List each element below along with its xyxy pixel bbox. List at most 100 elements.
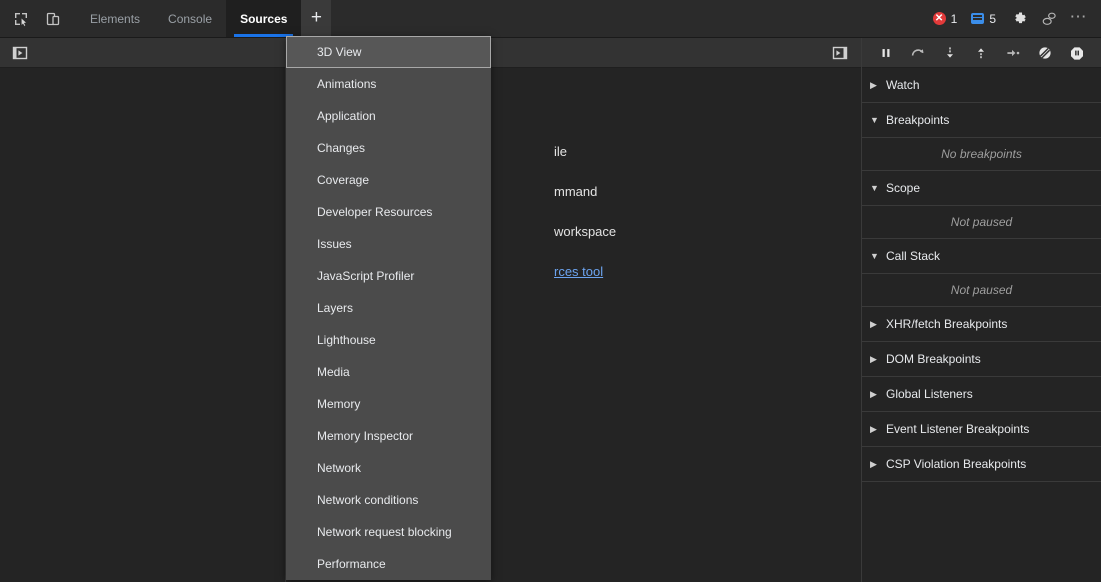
menu-item-changes[interactable]: Changes <box>286 132 491 164</box>
call-stack-empty-message: Not paused <box>862 274 1101 307</box>
menu-item-application-label: Application <box>317 109 376 123</box>
section-call-stack[interactable]: ▼ Call Stack <box>862 239 1101 274</box>
tab-sources-label: Sources <box>240 12 287 26</box>
chevron-right-icon: ▶ <box>870 80 882 91</box>
menu-item-performance[interactable]: Performance <box>286 548 491 580</box>
section-scope[interactable]: ▼ Scope <box>862 171 1101 206</box>
menu-item-lighthouse[interactable]: Lighthouse <box>286 324 491 356</box>
message-count-badge[interactable]: 5 <box>966 9 1003 29</box>
deactivate-breakpoints-icon[interactable] <box>1033 41 1057 65</box>
hint-open-file: ile <box>554 142 861 182</box>
navigator-pane <box>0 38 286 582</box>
error-count-badge[interactable]: ✕ 1 <box>928 9 965 29</box>
section-scope-label: Scope <box>886 181 920 195</box>
section-global-listeners[interactable]: ▶ Global Listeners <box>862 377 1101 412</box>
menu-item-network-conditions-label: Network conditions <box>317 493 418 507</box>
breakpoints-empty-message: No breakpoints <box>862 138 1101 171</box>
section-breakpoints-label: Breakpoints <box>886 113 949 127</box>
chevron-right-icon: ▶ <box>870 319 882 330</box>
inspect-element-icon[interactable] <box>8 6 34 32</box>
menu-item-performance-label: Performance <box>317 557 386 571</box>
section-watch[interactable]: ▶ Watch <box>862 68 1101 103</box>
tabbar-left-icons <box>0 0 72 37</box>
error-count: 1 <box>951 12 958 26</box>
menu-item-javascript-profiler[interactable]: JavaScript Profiler <box>286 260 491 292</box>
navigator-file-tree[interactable] <box>0 68 285 582</box>
section-breakpoints[interactable]: ▼ Breakpoints <box>862 103 1101 138</box>
section-watch-label: Watch <box>886 78 920 92</box>
menu-item-media-label: Media <box>317 365 350 379</box>
menu-item-memory-inspector-label: Memory Inspector <box>317 429 413 443</box>
menu-item-layers[interactable]: Layers <box>286 292 491 324</box>
hint-drop-workspace: workspace <box>554 222 861 262</box>
panel-tabs: Elements Console Sources + <box>76 0 331 37</box>
scope-empty-message: Not paused <box>862 206 1101 239</box>
menu-item-developer-resources-label: Developer Resources <box>317 205 432 219</box>
menu-item-media[interactable]: Media <box>286 356 491 388</box>
chevron-down-icon: ▼ <box>870 183 882 193</box>
section-call-stack-label: Call Stack <box>886 249 940 263</box>
tab-elements-label: Elements <box>90 12 140 26</box>
menu-item-application[interactable]: Application <box>286 100 491 132</box>
show-debugger-icon[interactable] <box>827 40 853 66</box>
feedback-icon[interactable] <box>1035 5 1063 33</box>
menu-item-lighthouse-label: Lighthouse <box>317 333 376 347</box>
error-icon: ✕ <box>933 12 946 25</box>
section-xhr-fetch-breakpoints[interactable]: ▶ XHR/fetch Breakpoints <box>862 307 1101 342</box>
tab-console[interactable]: Console <box>154 0 226 37</box>
hint-run-command: mmand <box>554 182 861 222</box>
menu-item-3d-view[interactable]: 3D View <box>286 36 491 68</box>
chevron-right-icon: ▶ <box>870 424 882 435</box>
more-tools-menu: 3D View Animations Application Changes C… <box>286 36 491 580</box>
section-global-listeners-label: Global Listeners <box>886 387 973 401</box>
tabbar-right-icons: ✕ 1 5 ⋯ <box>928 0 1101 37</box>
more-options-icon[interactable]: ⋯ <box>1065 5 1093 33</box>
section-csp-violation-breakpoints-label: CSP Violation Breakpoints <box>886 457 1026 471</box>
menu-item-network-label: Network <box>317 461 361 475</box>
menu-item-layers-label: Layers <box>317 301 353 315</box>
step-over-icon[interactable] <box>906 41 930 65</box>
pause-on-exceptions-icon[interactable] <box>1065 41 1089 65</box>
menu-item-javascript-profiler-label: JavaScript Profiler <box>317 269 414 283</box>
section-dom-breakpoints-label: DOM Breakpoints <box>886 352 981 366</box>
chevron-down-icon: ▼ <box>870 115 882 125</box>
menu-item-issues-label: Issues <box>317 237 352 251</box>
devtools-tabbar: Elements Console Sources + ✕ 1 5 <box>0 0 1101 38</box>
menu-item-animations[interactable]: Animations <box>286 68 491 100</box>
menu-item-network-conditions[interactable]: Network conditions <box>286 484 491 516</box>
step-out-icon[interactable] <box>969 41 993 65</box>
device-toolbar-icon[interactable] <box>40 6 66 32</box>
show-navigator-icon[interactable] <box>7 40 33 66</box>
step-into-icon[interactable] <box>938 41 962 65</box>
chevron-down-icon: ▼ <box>870 251 882 261</box>
chevron-right-icon: ▶ <box>870 354 882 365</box>
menu-item-network-request-blocking[interactable]: Network request blocking <box>286 516 491 548</box>
sources-panel: ile mmand workspace rces tool <box>0 38 1101 582</box>
section-csp-violation-breakpoints[interactable]: ▶ CSP Violation Breakpoints <box>862 447 1101 482</box>
chevron-right-icon: ▶ <box>870 389 882 400</box>
debugger-controls <box>862 38 1101 68</box>
debugger-sections: ▶ Watch ▼ Breakpoints No breakpoints ▼ S… <box>862 68 1101 582</box>
section-xhr-fetch-breakpoints-label: XHR/fetch Breakpoints <box>886 317 1007 331</box>
menu-item-memory[interactable]: Memory <box>286 388 491 420</box>
tab-elements[interactable]: Elements <box>76 0 154 37</box>
section-event-listener-breakpoints[interactable]: ▶ Event Listener Breakpoints <box>862 412 1101 447</box>
menu-item-issues[interactable]: Issues <box>286 228 491 260</box>
section-event-listener-breakpoints-label: Event Listener Breakpoints <box>886 422 1029 436</box>
menu-item-changes-label: Changes <box>317 141 365 155</box>
add-panel-button[interactable]: + <box>301 0 331 37</box>
menu-item-memory-inspector[interactable]: Memory Inspector <box>286 420 491 452</box>
message-count: 5 <box>989 12 996 26</box>
message-icon <box>971 13 984 24</box>
pause-icon[interactable] <box>874 41 898 65</box>
menu-item-3d-view-label: 3D View <box>317 45 361 59</box>
step-icon[interactable] <box>1001 41 1025 65</box>
chevron-right-icon: ▶ <box>870 459 882 470</box>
gear-icon[interactable] <box>1005 5 1033 33</box>
hint-learn-more-link[interactable]: rces tool <box>554 262 861 302</box>
menu-item-network[interactable]: Network <box>286 452 491 484</box>
menu-item-coverage[interactable]: Coverage <box>286 164 491 196</box>
menu-item-developer-resources[interactable]: Developer Resources <box>286 196 491 228</box>
section-dom-breakpoints[interactable]: ▶ DOM Breakpoints <box>862 342 1101 377</box>
tab-sources[interactable]: Sources <box>226 0 301 37</box>
